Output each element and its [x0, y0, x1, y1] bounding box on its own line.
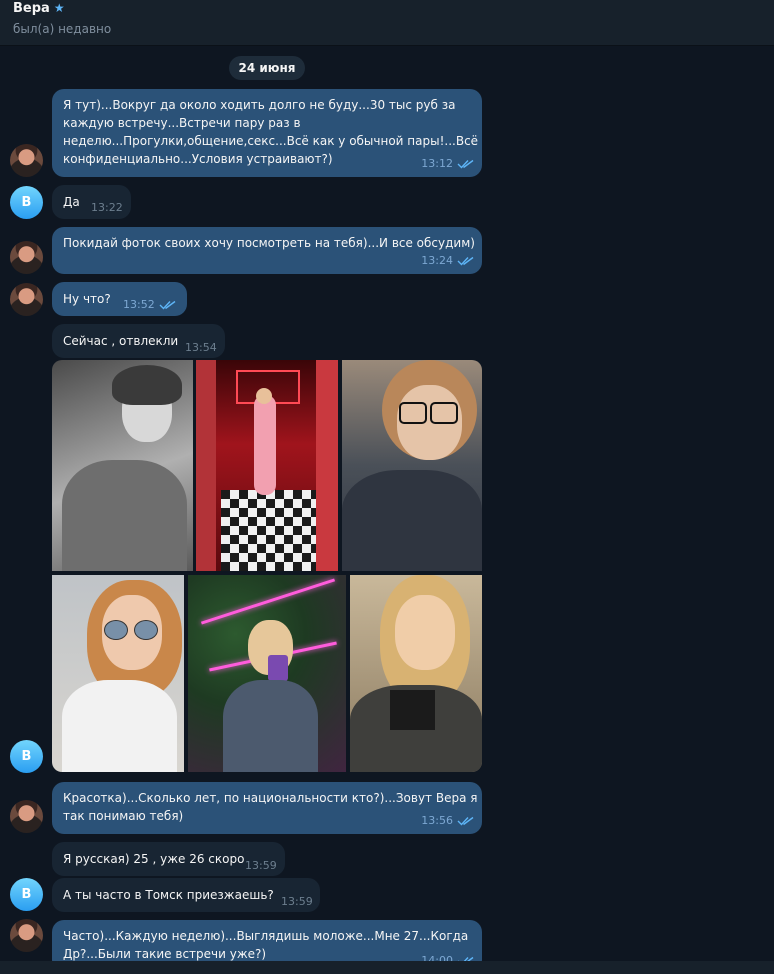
contact-avatar[interactable]: В	[10, 878, 43, 911]
chat-header[interactable]: Вера ★ был(а) недавно	[0, 0, 774, 46]
contact-status: был(а) недавно	[13, 22, 112, 36]
contact-name[interactable]: Вера ★	[13, 1, 65, 16]
message-bubble[interactable]: Я русская) 25 , уже 26 скоро 13:59	[52, 842, 285, 876]
photo-glasses-selfie[interactable]	[342, 360, 482, 571]
message-meta: 13:56	[421, 812, 474, 830]
star-icon: ★	[53, 1, 65, 15]
photo-warm-selfie[interactable]	[350, 575, 482, 772]
message-text: Я русская) 25 , уже 26 скоро	[63, 852, 245, 866]
message-time: 13:59	[281, 895, 313, 908]
message-text: Да	[63, 195, 80, 209]
message-time: 13:22	[91, 201, 123, 214]
sender-avatar[interactable]	[10, 800, 43, 833]
message-text: А ты часто в Томск приезжаешь?	[63, 888, 274, 902]
message-text: Часто)...Каждую неделю)...Выглядишь моло…	[63, 929, 469, 961]
message-bubble[interactable]: А ты часто в Томск приезжаешь? 13:59	[52, 878, 320, 912]
photo-red-room[interactable]: ​	[196, 360, 338, 571]
message-text: Ну что?	[63, 292, 111, 306]
message-time: 13:24	[421, 254, 453, 267]
message-bubble[interactable]: Я тут)...Вокруг да около ходить долго не…	[52, 89, 482, 177]
double-check-icon	[457, 256, 474, 266]
double-check-icon	[159, 300, 176, 310]
message-bubble[interactable]: Да 13:22	[52, 185, 131, 219]
date-separator: 24 июня	[229, 56, 305, 80]
contact-avatar[interactable]: В	[10, 186, 43, 219]
message-bubble[interactable]: Красотка)...Сколько лет, по национальнос…	[52, 782, 482, 834]
message-text: Покидай фоток своих хочу посмотреть на т…	[63, 236, 475, 250]
message-bubble[interactable]: Сейчас , отвлекли 13:54	[52, 324, 225, 358]
message-time: 13:52	[123, 298, 155, 311]
message-bubble[interactable]: Покидай фоток своих хочу посмотреть на т…	[52, 227, 482, 274]
composer-bar[interactable]	[0, 961, 774, 974]
contact-name-text: Вера	[13, 1, 50, 16]
message-time: 13:56	[421, 814, 453, 827]
photo-sunglasses[interactable]	[52, 575, 184, 772]
contact-avatar[interactable]: В	[10, 740, 43, 773]
sender-avatar[interactable]	[10, 919, 43, 952]
sender-avatar[interactable]	[10, 144, 43, 177]
double-check-icon	[457, 159, 474, 169]
message-bubble[interactable]: Ну что? 13:52	[52, 282, 187, 316]
message-time: 13:54	[185, 341, 217, 354]
message-meta: 13:12	[421, 155, 474, 173]
sender-avatar[interactable]	[10, 283, 43, 316]
sender-avatar[interactable]	[10, 241, 43, 274]
message-text: Я тут)...Вокруг да около ходить долго не…	[63, 98, 479, 166]
double-check-icon	[457, 816, 474, 826]
message-meta: 13:24	[421, 252, 474, 270]
photo-neon-mirror[interactable]	[188, 575, 346, 772]
message-time: 13:12	[421, 157, 453, 170]
message-time: 13:59	[245, 859, 277, 872]
photo-bw-selfie[interactable]	[52, 360, 193, 571]
message-meta: 13:52	[123, 296, 176, 314]
message-text: Красотка)...Сколько лет, по национальнос…	[63, 791, 478, 823]
message-text: Сейчас , отвлекли	[63, 334, 179, 348]
